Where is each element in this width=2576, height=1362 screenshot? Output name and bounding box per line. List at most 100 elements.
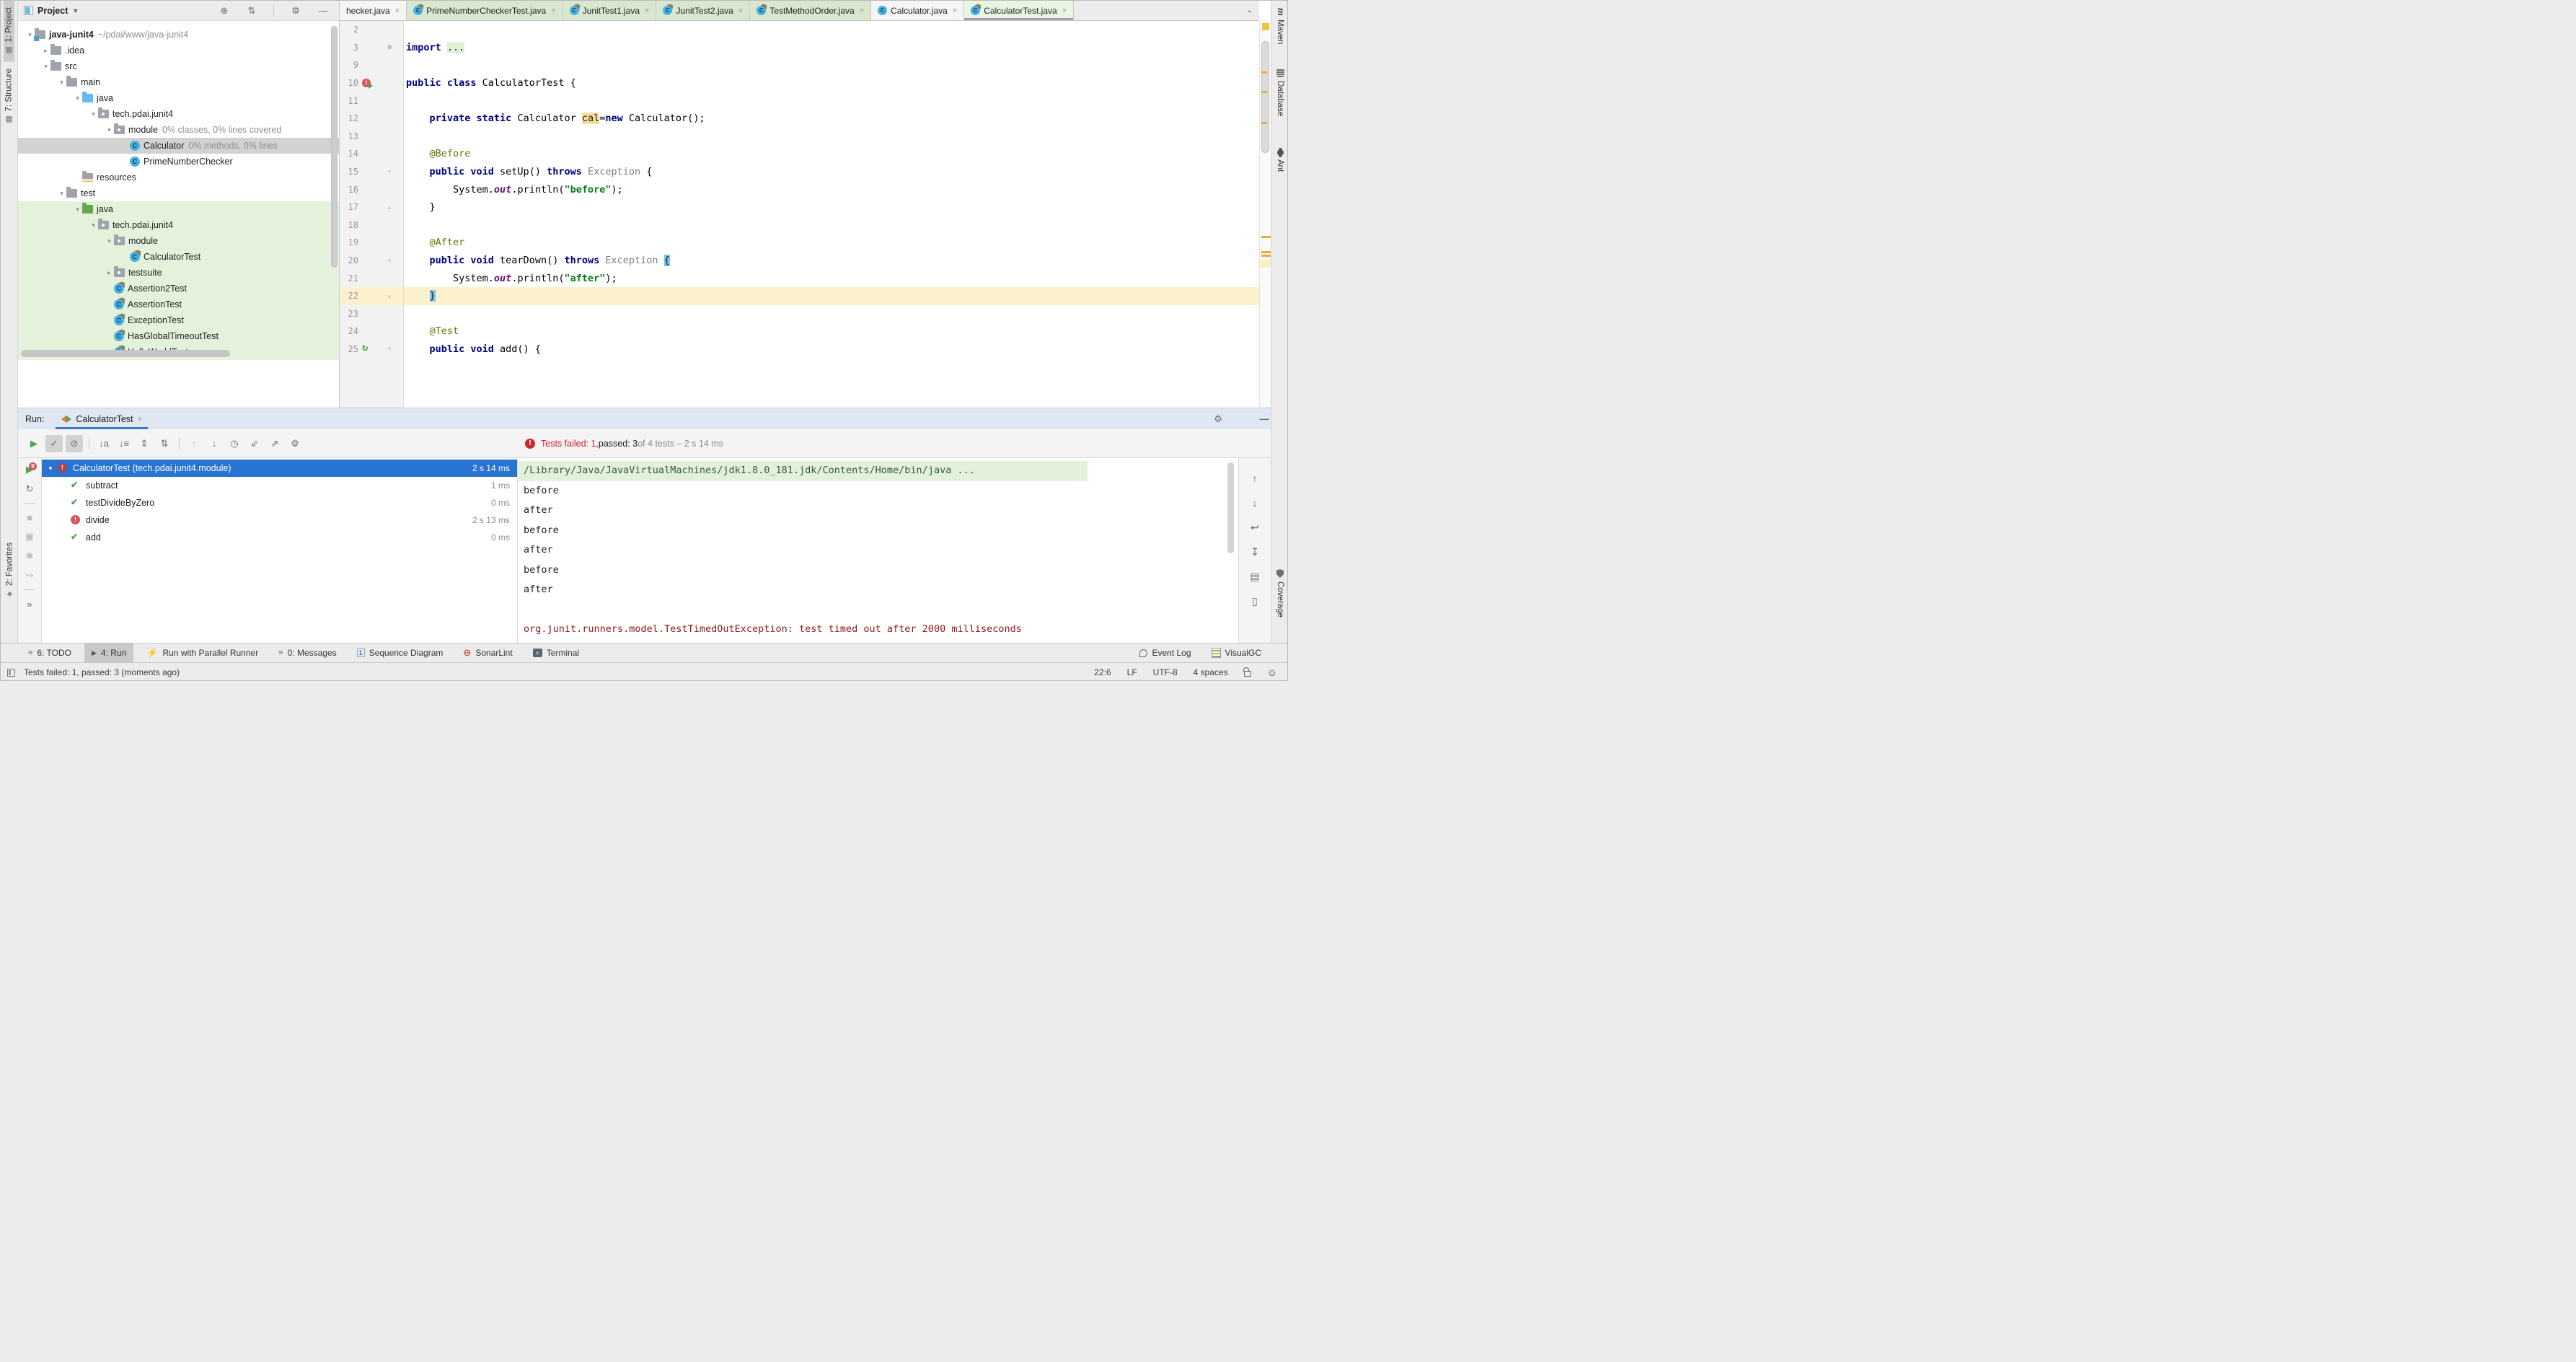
tree-row[interactable]: HasGlobalTimeoutTest [18,328,339,344]
lock-icon[interactable] [1244,671,1251,677]
project-header-icon[interactable]: ⊕ [216,2,233,19]
tree-row[interactable]: ExceptionTest [18,312,339,328]
toolwindow-button[interactable]: m Maven [1271,8,1288,44]
tree-row[interactable]: CalculatorTest [18,249,339,265]
console-icon[interactable]: ↓ [1246,494,1263,511]
tree-chevron-icon[interactable] [57,190,66,198]
console-icon[interactable]: ↧ [1246,543,1263,561]
run-toolbar-icon[interactable]: ⊘ [66,435,83,452]
code-line[interactable]: 10 public class CalculatorTest { [340,74,1259,92]
fold-marker-icon[interactable] [376,345,394,353]
code-line[interactable]: 3 import ... [340,39,1259,57]
gutter-run-icon[interactable] [358,269,376,287]
file-encoding[interactable]: UTF-8 [1153,667,1178,677]
project-header-icon[interactable] [273,4,274,17]
toolwindow-button[interactable]: Ant [1271,149,1288,172]
code-line[interactable]: 22 } [340,287,1259,305]
toolwindow-toggle-icon[interactable] [7,669,15,677]
close-icon[interactable]: × [138,415,142,423]
run-toolbar-icon[interactable]: ↑ [185,435,203,452]
toolwindow-button[interactable]: Database [1271,69,1288,116]
editor-tab[interactable]: JunitTest2.java × [656,1,750,20]
gutter-run-icon[interactable] [358,39,376,57]
test-row[interactable]: testDivideByZero 0 ms [42,494,517,511]
run-toolbar-icon[interactable]: ▶ [25,435,43,452]
bottom-bar-button[interactable]: ⊖ SonarLint [456,643,519,662]
tree-row[interactable]: module 0% classes, 0% lines covered [18,122,339,138]
hector-inspector-icon[interactable]: ☺ [1267,667,1277,678]
code-line[interactable]: 11 [340,92,1259,110]
gutter-run-icon[interactable] [358,56,376,74]
bottom-bar-button[interactable]: ≡ 6: TODO [21,643,79,662]
tree-row[interactable]: Assertion2Test [18,281,339,296]
toolwindow-button[interactable]: Coverage [1271,569,1288,618]
console-icon[interactable]: ▤ [1246,568,1263,585]
run-toolbar-icon[interactable]: ↓ [206,435,223,452]
tree-row[interactable]: Calculator 0% methods, 0% lines [18,138,339,154]
bottom-bar-button[interactable]: ⚡ Run with Parallel Runner [139,643,265,662]
close-icon[interactable]: × [953,6,957,15]
gear-icon[interactable]: ⚙ [1209,410,1227,428]
gutter-run-icon[interactable] [358,74,376,92]
tree-row[interactable]: test [18,185,339,201]
gutter-run-icon[interactable] [358,145,376,163]
run-toolbar-icon[interactable]: ✓ [45,435,63,452]
run-strip-icon[interactable]: ↪ [22,568,37,583]
console-icon[interactable]: ▯ [1246,592,1263,610]
project-header-icon[interactable]: ⚙ [287,2,304,19]
tab-overflow-chevron-icon[interactable]: ⌄ [1240,6,1259,14]
chevron-down-icon[interactable]: ▼ [72,7,79,14]
test-row[interactable]: add 0 ms [42,529,517,546]
run-toolbar-icon[interactable]: ⚙ [286,435,304,452]
close-icon[interactable]: × [645,6,649,15]
close-icon[interactable]: × [1062,6,1067,15]
code-line[interactable]: 2 [340,21,1259,39]
tree-row[interactable]: src [18,58,339,74]
project-panel-title[interactable]: Project [38,6,68,16]
run-toolbar-icon[interactable]: ↓a [95,435,113,452]
run-toolbar-icon[interactable]: ↓≡ [115,435,133,452]
toolwindow-button[interactable]: ▦ 1: Project [4,1,14,62]
code-line[interactable]: 12 private static Calculator cal=new Cal… [340,110,1259,128]
tree-chevron-icon[interactable] [105,269,114,277]
gutter-run-icon[interactable] [358,21,376,39]
gutter-run-icon[interactable] [358,163,376,181]
test-row[interactable]: subtract 1 ms [42,477,517,494]
gutter-run-icon[interactable] [358,110,376,128]
tree-chevron-icon[interactable] [41,47,50,55]
editor-tab[interactable]: TestMethodOrder.java × [750,1,871,20]
console-icon[interactable]: ↑ [1246,470,1263,487]
bottom-bar-button[interactable]: 1 Sequence Diagram [350,643,451,662]
gutter-run-icon[interactable] [358,287,376,305]
run-toolbar-icon[interactable]: ⇗ [266,435,283,452]
test-row[interactable]: ▼ CalculatorTest (tech.pdai.junit4.modul… [42,460,517,477]
run-console[interactable]: /Library/Java/JavaVirtualMachines/jdk1.8… [517,458,1238,643]
gutter-run-icon[interactable] [358,322,376,340]
gutter-run-icon[interactable] [358,340,376,359]
code-line[interactable]: 25 public void add() { [340,340,1259,359]
tree-chevron-icon[interactable] [105,126,114,134]
code-line[interactable]: 16 System.out.println("before"); [340,180,1259,198]
fold-marker-icon[interactable] [376,257,394,265]
indent-setting[interactable]: 4 spaces [1194,667,1228,677]
run-strip-icon[interactable]: ↻ [22,482,37,496]
code-line[interactable]: 14 @Before [340,145,1259,163]
gutter-run-icon[interactable] [358,305,376,323]
tree-chevron-icon[interactable] [73,95,82,102]
run-toolbar-icon[interactable]: ⇅ [156,435,173,452]
gutter-run-icon[interactable] [358,180,376,198]
run-strip-icon[interactable]: ■ [22,510,37,524]
editor-error-stripe[interactable] [1259,21,1271,408]
close-icon[interactable]: × [395,6,400,15]
gutter-run-icon[interactable] [358,216,376,234]
bottom-bar-button[interactable]: > Terminal [526,643,586,662]
console-icon[interactable]: ↩ [1246,519,1263,536]
tree-row[interactable]: .idea [18,43,339,58]
code-line[interactable]: 24 @Test [340,322,1259,340]
tree-row[interactable]: testsuite [18,265,339,281]
run-strip-icon[interactable]: ▣ [22,530,37,544]
gutter-run-icon[interactable] [358,92,376,110]
bottom-bar-button[interactable]: VisualGC [1204,648,1269,658]
run-toolbar-icon[interactable] [179,437,180,449]
run-toolbar-icon[interactable]: ⇙ [246,435,263,452]
